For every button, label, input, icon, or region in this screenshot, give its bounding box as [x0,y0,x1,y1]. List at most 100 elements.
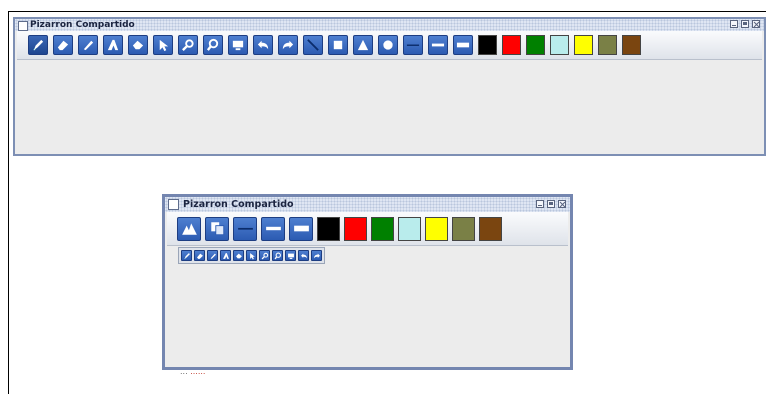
redo-icon [281,38,295,52]
color-swatch[interactable] [398,216,421,241]
color-swatch[interactable] [502,35,521,55]
canvas-area[interactable] [17,60,762,152]
diagonal-line-icon [306,38,320,52]
medium-stroke-button[interactable] [428,35,448,55]
pencil-icon [31,38,45,52]
canvas-area[interactable] [167,263,568,365]
redo-icon [313,252,321,260]
zoom-out-icon [206,38,220,52]
rectangle-icon [331,38,345,52]
color-swatch[interactable] [574,35,593,55]
color-swatch[interactable] [526,35,545,55]
maximize-icon[interactable] [741,20,749,28]
color-swatch[interactable] [598,35,617,55]
color-swatch[interactable] [317,216,340,241]
clipped-background-text: ... ...... [180,369,206,374]
redo-button[interactable] [311,250,322,261]
frame-top-line [8,11,766,12]
thick-stroke-icon [456,38,470,52]
window-title: Pizarron Compartido [30,20,135,30]
drawing-toolbar [17,31,762,60]
text-tool-icon [106,38,120,52]
eraser-button[interactable] [53,35,73,55]
select-arrow-button[interactable] [153,35,173,55]
thin-stroke-icon [237,220,254,237]
title-bar[interactable]: Pizarron Compartido [15,19,764,31]
undo-button[interactable] [298,250,309,261]
color-swatch[interactable] [371,216,394,241]
screen-icon [231,38,245,52]
circle-icon [381,38,395,52]
line-tool-button[interactable] [207,250,218,261]
thin-stroke-button[interactable] [233,216,257,241]
minimize-icon[interactable] [536,200,544,208]
zoom-out-button[interactable] [203,35,223,55]
zoom-in-button[interactable] [178,35,198,55]
text-tool-icon [222,252,230,260]
undo-button[interactable] [253,35,273,55]
thick-stroke-button[interactable] [289,216,313,241]
close-icon[interactable] [752,20,760,28]
pencil-button[interactable] [181,250,192,261]
fill-tool-icon [131,38,145,52]
zoom-out-icon [274,252,282,260]
redo-button[interactable] [278,35,298,55]
title-bar[interactable]: Pizarron Compartido [165,197,570,212]
color-swatch[interactable] [344,216,367,241]
maximize-icon[interactable] [547,200,555,208]
copy-button[interactable] [205,216,229,241]
select-arrow-button[interactable] [246,250,257,261]
window-menu-icon[interactable] [168,199,179,210]
minimize-icon[interactable] [730,20,738,28]
fill-tool-button[interactable] [233,250,244,261]
color-swatch[interactable] [478,35,497,55]
copy-icon [209,220,226,237]
drawing-tools-button[interactable] [177,216,201,241]
line-tool-button[interactable] [78,35,98,55]
color-swatch[interactable] [622,35,641,55]
thick-stroke-button[interactable] [453,35,473,55]
zoom-in-icon [181,38,195,52]
window-title: Pizarron Compartido [183,199,294,210]
text-tool-button[interactable] [103,35,123,55]
screen-button[interactable] [285,250,296,261]
window-menu-icon[interactable] [18,21,28,31]
circle-button[interactable] [378,35,398,55]
line-tool-icon [81,38,95,52]
zoom-out-button[interactable] [272,250,283,261]
select-arrow-icon [156,38,170,52]
drawing-tools-popup [178,247,325,264]
thin-stroke-icon [406,38,420,52]
color-swatch[interactable] [425,216,448,241]
thick-stroke-icon [293,220,310,237]
frame-left-line [8,11,9,394]
pencil-button[interactable] [28,35,48,55]
eraser-button[interactable] [194,250,205,261]
medium-stroke-icon [431,38,445,52]
eraser-icon [196,252,204,260]
rectangle-button[interactable] [328,35,348,55]
select-arrow-icon [248,252,256,260]
eraser-icon [56,38,70,52]
close-icon[interactable] [558,200,566,208]
text-tool-button[interactable] [220,250,231,261]
drawing-tools-icon [181,220,198,237]
triangle-icon [356,38,370,52]
thin-stroke-button[interactable] [403,35,423,55]
medium-stroke-button[interactable] [261,216,285,241]
screen-button[interactable] [228,35,248,55]
drawing-toolbar [167,212,568,246]
color-swatch[interactable] [550,35,569,55]
zoom-in-button[interactable] [259,250,270,261]
color-swatch[interactable] [479,216,502,241]
color-swatch[interactable] [452,216,475,241]
undo-icon [300,252,308,260]
undo-icon [256,38,270,52]
line-tool-icon [209,252,217,260]
zoom-in-icon [261,252,269,260]
fill-tool-button[interactable] [128,35,148,55]
whiteboard-window-small: Pizarron Compartido [162,194,573,370]
screen-icon [287,252,295,260]
diagonal-line-button[interactable] [303,35,323,55]
triangle-button[interactable] [353,35,373,55]
